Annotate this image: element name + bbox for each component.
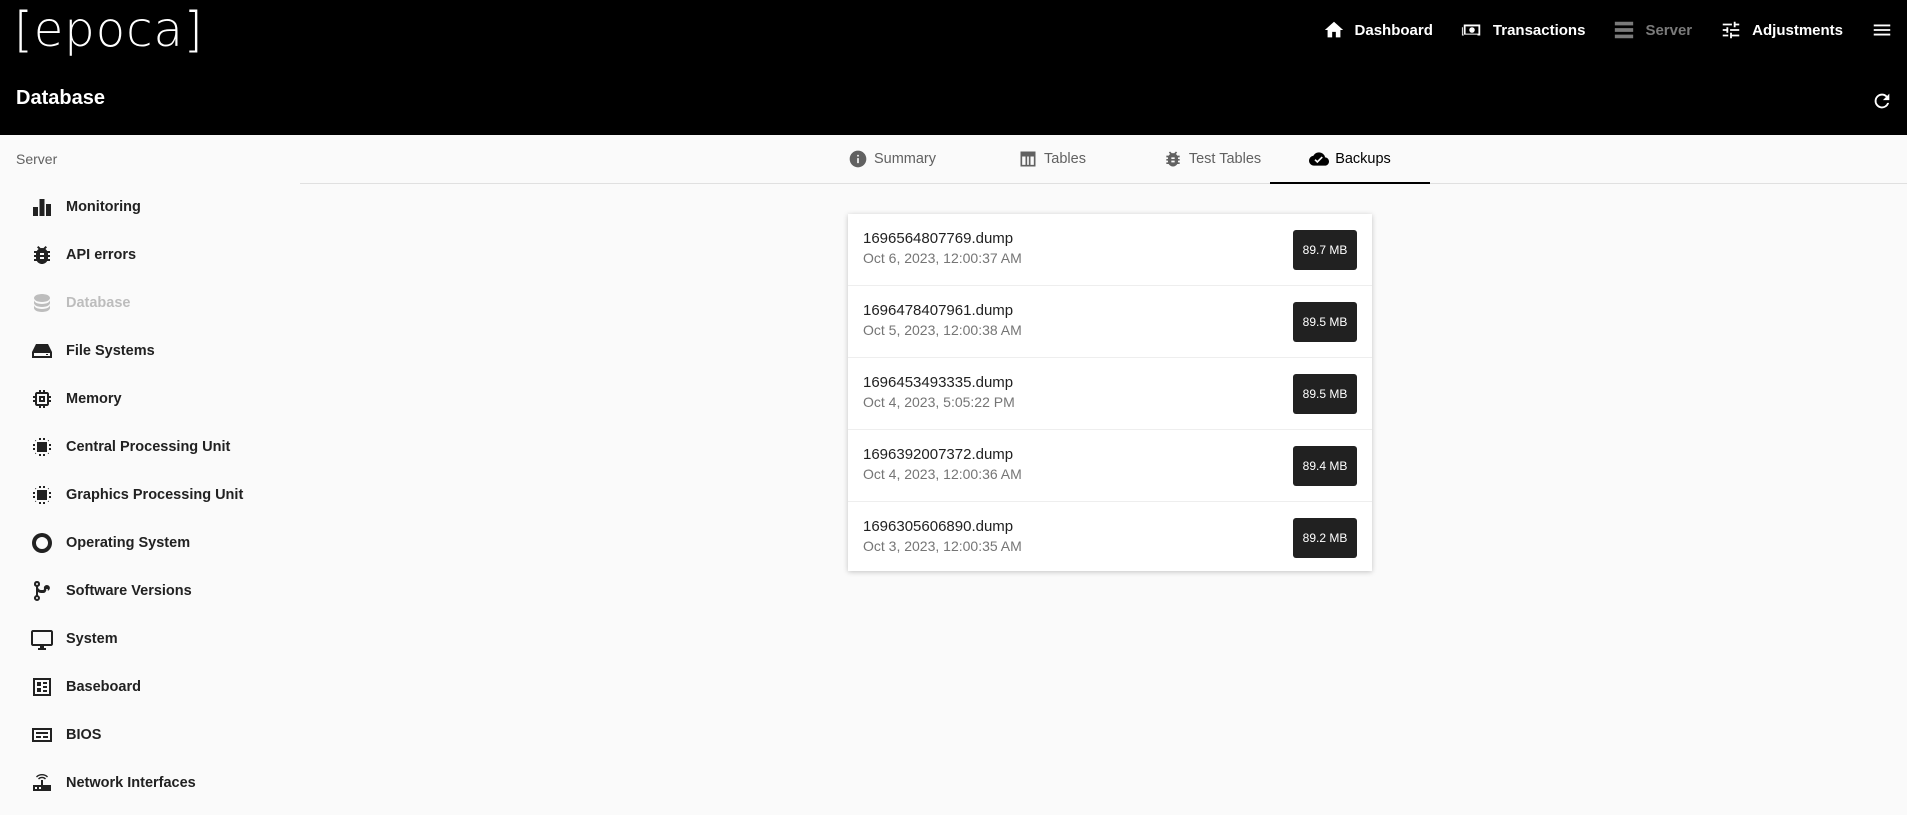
sidebar-item-label: Baseboard [66,679,141,695]
nav-server[interactable]: Server [1613,19,1692,41]
sidebar-item-label: File Systems [66,343,155,359]
sidebar-item-label: Monitoring [66,199,141,215]
money-icon [1461,24,1481,36]
backup-date: Oct 5, 2023, 12:00:38 AM [863,322,1022,338]
nav-adjustments[interactable]: Adjustments [1720,19,1843,41]
tab-backups[interactable]: Backups [1270,135,1430,184]
size-badge[interactable]: 89.5 MB [1293,374,1357,414]
backup-file-name: 1696478407961.dump [863,302,1014,319]
sidebar-item-label: API errors [66,247,137,263]
top-app-bar: [epoca] Dashboard Transactions Server Ad… [0,0,1907,135]
backup-file-name: 1696392007372.dump [863,446,1014,463]
backup-date: Oct 4, 2023, 12:00:36 AM [863,466,1022,482]
bar-chart-icon [33,199,51,216]
nav-dashboard[interactable]: Dashboard [1323,19,1433,41]
sidebar-item-api-errors[interactable]: API errors [30,241,136,269]
refresh-button[interactable] [1871,90,1893,112]
sidebar-item-label: Central Processing Unit [66,439,231,455]
router-icon [33,774,51,791]
sidebar-item-label: System [66,631,118,647]
hard-drive-icon [32,344,52,358]
bug-icon [1166,151,1180,167]
sidebar-item-bios[interactable]: BIOS [30,721,101,749]
backup-date: Oct 3, 2023, 12:00:35 AM [863,538,1022,554]
backups-list: 1696564807769.dump Oct 6, 2023, 12:00:37… [848,214,1372,571]
memory-icon [33,390,51,408]
size-badge[interactable]: 89.7 MB [1293,230,1357,270]
gpu-icon [33,486,51,504]
sidebar-item-label: Operating System [66,535,191,551]
hamburger-menu-icon [1873,24,1891,36]
sidebar-item-cpu[interactable]: Central Processing Unit [30,433,230,461]
tab-bar: Summary Tables Test Tables Backups [300,135,1907,184]
nav-dashboard-label: Dashboard [1354,21,1433,39]
database-icon [34,294,50,312]
top-nav: Dashboard Transactions Server Adjustment… [1323,12,1907,48]
refresh-icon [1874,93,1890,109]
nav-server-label: Server [1645,21,1693,39]
sidebar-item-gpu[interactable]: Graphics Processing Unit [30,481,243,509]
tab-test-tables[interactable]: Test Tables [1132,135,1292,183]
cpu-icon [33,438,51,456]
sidebar-item-label: Network Interfaces [66,775,196,791]
sidebar-item-software-versions[interactable]: Software Versions [30,577,192,605]
sidebar-item-label: BIOS [66,727,102,743]
sidebar-item-database[interactable]: Database [30,289,130,317]
home-icon [1324,21,1343,38]
sidebar: Server Monitoring API errors Database Fi… [0,135,300,815]
cloud-check-icon [1309,151,1330,166]
sidebar-item-network-interfaces[interactable]: Network Interfaces [30,769,196,797]
backup-file-name: 1696564807769.dump [863,230,1014,247]
tab-tables[interactable]: Tables [972,135,1132,183]
bug-icon [34,246,50,264]
info-icon [849,150,867,168]
sidebar-item-file-systems[interactable]: File Systems [30,337,155,365]
list-item[interactable]: 1696478407961.dump Oct 5, 2023, 12:00:38… [848,286,1372,358]
bios-icon [32,728,52,742]
backup-date: Oct 4, 2023, 5:05:22 PM [863,394,1015,410]
ubuntu-icon [32,533,52,553]
list-item[interactable]: 1696392007372.dump Oct 4, 2023, 12:00:36… [848,430,1372,502]
size-badge[interactable]: 89.4 MB [1293,446,1357,486]
backup-file-name: 1696305606890.dump [863,518,1014,535]
sidebar-item-monitoring[interactable]: Monitoring [30,193,141,221]
nav-transactions[interactable]: Transactions [1461,19,1586,41]
sidebar-item-operating-system[interactable]: Operating System [30,529,190,557]
table-icon [1020,151,1036,167]
tab-tables-label: Tables [1044,151,1086,167]
sidebar-item-memory[interactable]: Memory [30,385,122,413]
list-item[interactable]: 1696305606890.dump Oct 3, 2023, 12:00:35… [848,502,1372,574]
size-badge[interactable]: 89.5 MB [1293,302,1357,342]
sidebar-item-baseboard[interactable]: Baseboard [30,673,141,701]
size-badge[interactable]: 89.2 MB [1293,518,1357,558]
backup-file-name: 1696453493335.dump [863,374,1014,391]
sidebar-item-label: Database [66,295,131,311]
tab-summary-label: Summary [873,151,937,167]
nav-transactions-label: Transactions [1492,21,1586,39]
sidebar-item-label: Software Versions [66,583,192,599]
sidebar-heading: Server [16,151,58,167]
page-title: Database [16,87,105,109]
menu-button[interactable] [1871,19,1893,41]
list-item[interactable]: 1696453493335.dump Oct 4, 2023, 5:05:22 … [848,358,1372,430]
backup-date: Oct 6, 2023, 12:00:37 AM [863,250,1022,266]
server-icon [1615,21,1634,39]
tune-icon [1722,21,1740,39]
tab-backups-label: Backups [1335,150,1391,167]
monitor-icon [31,630,53,650]
app-logo[interactable]: [epoca] [14,2,204,58]
developer-board-icon [33,678,51,696]
list-item[interactable]: 1696564807769.dump Oct 6, 2023, 12:00:37… [848,214,1372,286]
sidebar-item-label: Memory [66,391,122,407]
tab-test-tables-label: Test Tables [1188,151,1262,167]
source-branch-icon [33,581,50,602]
tab-summary[interactable]: Summary [812,135,972,183]
nav-adjustments-label: Adjustments [1752,21,1843,39]
sidebar-item-label: Graphics Processing Unit [66,487,244,503]
sidebar-item-system[interactable]: System [30,625,118,653]
